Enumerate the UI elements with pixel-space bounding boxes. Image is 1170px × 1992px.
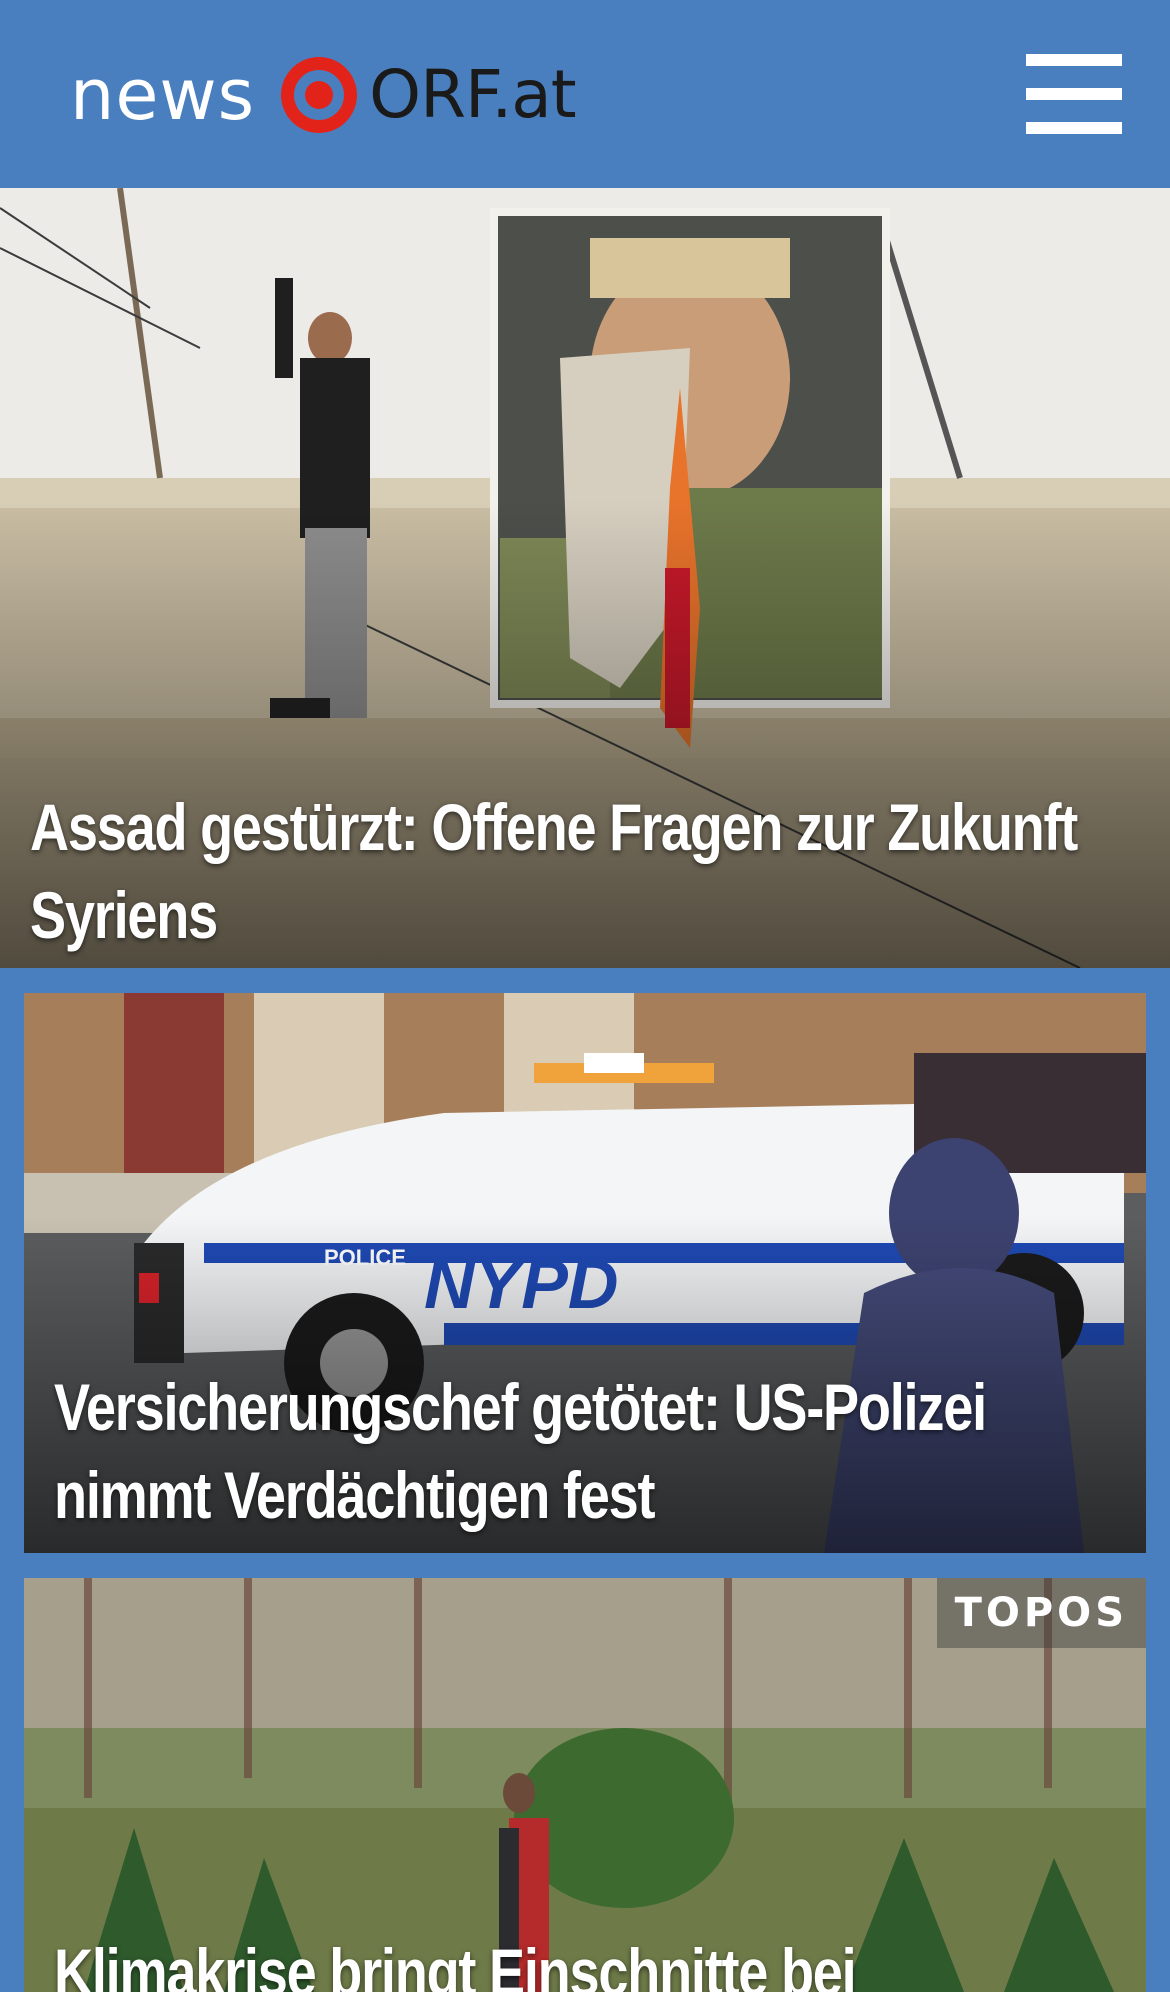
logo-news-text: news [70, 54, 256, 136]
hamburger-menu-icon[interactable] [1020, 48, 1124, 140]
story-card-2[interactable]: NYPD POLICE Versicherungschef getötet: U… [24, 993, 1146, 1553]
story-card-3[interactable]: TOPOS Klimakrise bringt Einschnitte bei [24, 1578, 1146, 1992]
news-orf-logo[interactable]: news ORF.at [70, 48, 577, 142]
story-1-headline[interactable]: Assad gestürzt: Offene Fragen zur Zukunf… [30, 783, 1096, 959]
story-3-headline[interactable]: Klimakrise bringt Einschnitte bei [54, 1928, 1120, 1992]
orf-target-logo-icon [281, 57, 358, 133]
story-2-headline[interactable]: Versicherungschef getötet: US-Polizei ni… [54, 1363, 1095, 1539]
story-card-1[interactable]: Assad gestürzt: Offene Fragen zur Zukunf… [0, 188, 1170, 968]
section-badge[interactable]: TOPOS [936, 1578, 1146, 1648]
logo-orf-text: ORF.at [369, 56, 576, 133]
app-header: news ORF.at [0, 0, 1170, 188]
